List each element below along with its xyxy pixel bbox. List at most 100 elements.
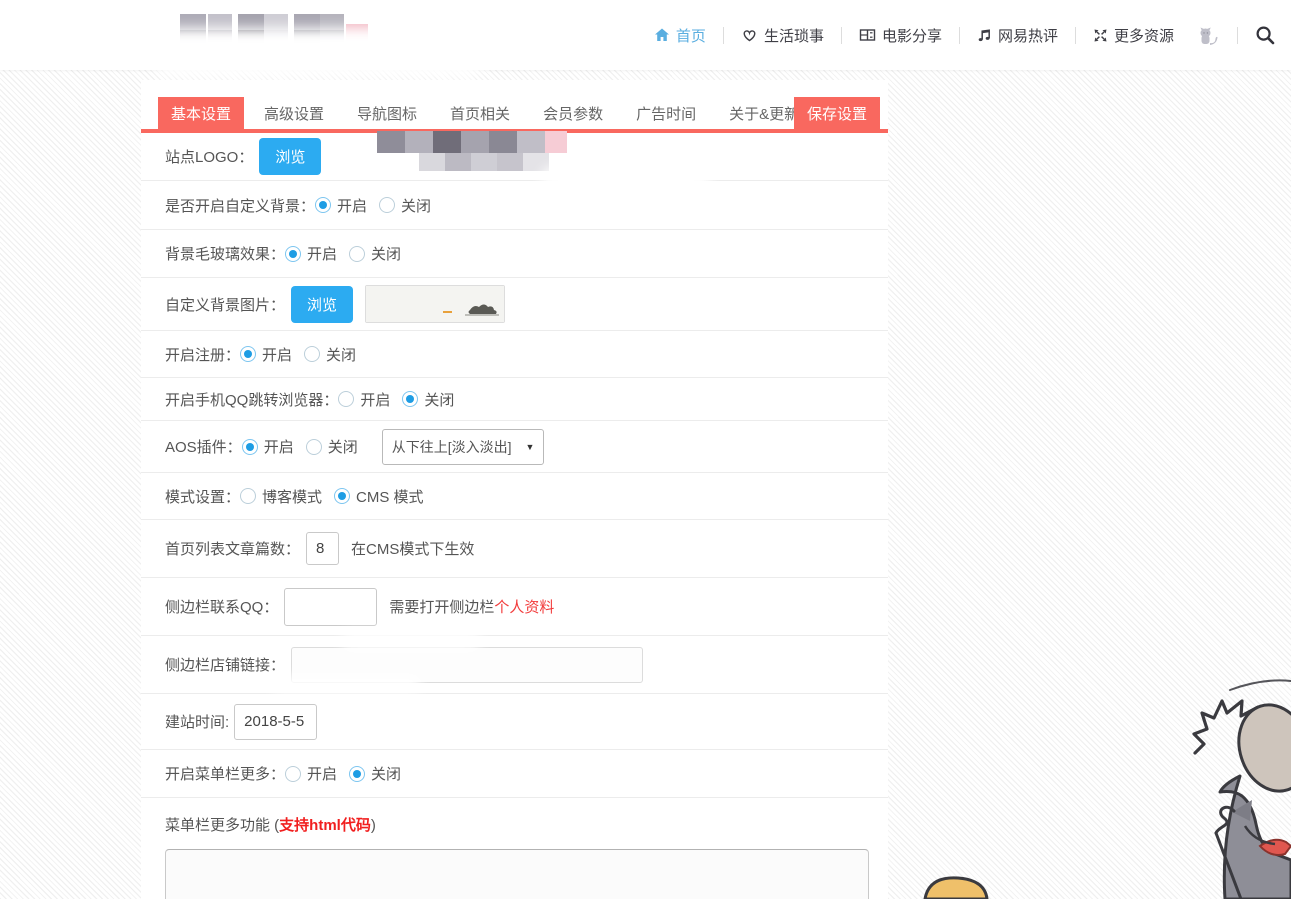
- comic-character-illustration: [900, 650, 1291, 899]
- nav-item-label: 首页: [676, 25, 706, 46]
- main-nav: 首页 生活琐事 电影分享 网易热评: [654, 0, 1275, 70]
- nav-item-movies[interactable]: 电影分享: [859, 25, 942, 46]
- film-icon: [859, 27, 876, 43]
- expand-icon: [1093, 28, 1108, 43]
- radio-icon[interactable]: [402, 391, 418, 407]
- post-count-hint: 在CMS模式下生效: [351, 538, 474, 559]
- radio-icon[interactable]: [334, 488, 350, 504]
- search-icon[interactable]: [1255, 25, 1275, 45]
- radio-icon[interactable]: [379, 197, 395, 213]
- radio-icon[interactable]: [306, 439, 322, 455]
- field-label: AOS插件：: [165, 436, 242, 457]
- radio-option-on[interactable]: 开启: [285, 243, 349, 264]
- radio-icon[interactable]: [349, 766, 365, 782]
- nav-divider: [1237, 27, 1238, 44]
- browse-logo-button[interactable]: 浏览: [259, 138, 321, 175]
- field-label: 侧边栏联系QQ：: [165, 596, 278, 617]
- row-menu-more: 开启菜单栏更多： 开启 关闭: [141, 750, 888, 798]
- field-label: 站点LOGO：: [165, 146, 253, 167]
- save-settings-button[interactable]: 保存设置: [794, 97, 880, 133]
- tab-ad-time[interactable]: 广告时间: [623, 97, 709, 133]
- radio-option-on[interactable]: 开启: [242, 436, 306, 457]
- field-label: 开启注册：: [165, 344, 240, 365]
- shop-link-input[interactable]: [291, 647, 643, 683]
- row-custom-background: 是否开启自定义背景： 开启 关闭: [141, 181, 888, 230]
- nav-item-label: 生活琐事: [764, 25, 824, 46]
- sidebar-qq-hint: 需要打开侧边栏个人资料: [389, 596, 554, 617]
- row-register: 开启注册： 开启 关闭: [141, 331, 888, 378]
- settings-panel: 基本设置 高级设置 导航图标 首页相关 会员参数 广告时间 关于&更新 保存设置…: [141, 80, 888, 899]
- row-menu-more-html: 菜单栏更多功能 (支持html代码): [141, 798, 888, 899]
- nav-item-more-resources[interactable]: 更多资源: [1093, 25, 1174, 46]
- select-value: 从下往上[淡入淡出]: [392, 437, 512, 457]
- nav-item-label: 网易热评: [998, 25, 1058, 46]
- radio-option-off[interactable]: 关闭: [402, 389, 466, 410]
- nav-item-life[interactable]: 生活琐事: [741, 25, 824, 46]
- profile-link[interactable]: 个人资料: [494, 599, 554, 616]
- browse-background-button[interactable]: 浏览: [291, 286, 353, 323]
- nav-item-home[interactable]: 首页: [654, 25, 706, 46]
- logo-preview-blurred: [377, 129, 612, 179]
- radio-icon[interactable]: [242, 439, 258, 455]
- chevron-down-icon: ▼: [526, 442, 535, 452]
- aos-animation-select[interactable]: 从下往上[淡入淡出] ▼: [382, 429, 545, 465]
- settings-tabbar: 基本设置 高级设置 导航图标 首页相关 会员参数 广告时间 关于&更新 保存设置: [141, 80, 888, 133]
- home-icon: [654, 27, 670, 43]
- radio-icon[interactable]: [315, 197, 331, 213]
- row-aos-plugin: AOS插件： 开启 关闭 从下往上[淡入淡出] ▼: [141, 421, 888, 473]
- radio-option-off[interactable]: 关闭: [349, 243, 413, 264]
- radio-icon[interactable]: [240, 346, 256, 362]
- radio-icon[interactable]: [240, 488, 256, 504]
- radio-option-on[interactable]: 开启: [315, 195, 379, 216]
- radio-option-on[interactable]: 开启: [285, 763, 349, 784]
- field-label: 是否开启自定义背景：: [165, 195, 315, 216]
- radio-icon[interactable]: [304, 346, 320, 362]
- nav-item-label: 电影分享: [882, 25, 942, 46]
- field-label: 开启菜单栏更多：: [165, 763, 285, 784]
- row-qq-browser-jump: 开启手机QQ跳转浏览器： 开启 关闭: [141, 378, 888, 421]
- radio-option-off[interactable]: 关闭: [349, 763, 413, 784]
- hint-text: 需要打开侧边栏: [389, 599, 494, 616]
- radio-icon[interactable]: [285, 766, 301, 782]
- radio-icon[interactable]: [338, 391, 354, 407]
- field-label: 侧边栏店铺链接：: [165, 654, 285, 675]
- row-site-date: 建站时间:: [141, 694, 888, 750]
- sidebar-qq-input[interactable]: [284, 588, 377, 626]
- row-post-count: 首页列表文章篇数： 在CMS模式下生效: [141, 520, 888, 578]
- background-thumbnail: [365, 285, 505, 323]
- radio-option-off[interactable]: 关闭: [306, 436, 370, 457]
- radio-option-cms[interactable]: CMS 模式: [334, 486, 436, 507]
- site-date-input[interactable]: [234, 704, 317, 740]
- field-label-suffix: ): [371, 817, 376, 834]
- field-label: 开启手机QQ跳转浏览器：: [165, 389, 338, 410]
- nav-divider: [723, 27, 724, 44]
- row-site-logo: 站点LOGO： 浏览: [141, 133, 888, 181]
- nav-item-hot-comments[interactable]: 网易热评: [977, 25, 1058, 46]
- tab-advanced-settings[interactable]: 高级设置: [251, 97, 337, 133]
- radio-option-blog[interactable]: 博客模式: [240, 486, 334, 507]
- row-mode-setting: 模式设置： 博客模式 CMS 模式: [141, 473, 888, 520]
- music-icon: [977, 27, 992, 43]
- field-label: 菜单栏更多功能 (: [165, 817, 279, 834]
- cat-icon[interactable]: [1196, 24, 1220, 46]
- radio-option-on[interactable]: 开启: [240, 344, 304, 365]
- field-label: 建站时间:: [165, 711, 229, 732]
- tab-basic-settings[interactable]: 基本设置: [158, 97, 244, 133]
- radio-icon[interactable]: [349, 246, 365, 262]
- field-label: 背景毛玻璃效果：: [165, 243, 285, 264]
- radio-icon[interactable]: [285, 246, 301, 262]
- nav-divider: [841, 27, 842, 44]
- field-label: 模式设置：: [165, 486, 240, 507]
- row-background-image: 自定义背景图片： 浏览: [141, 278, 888, 331]
- logo-white-glow: [150, 28, 490, 76]
- nav-divider: [1075, 27, 1076, 44]
- radio-option-off[interactable]: 关闭: [379, 195, 443, 216]
- field-label: 自定义背景图片：: [165, 294, 285, 315]
- heart-icon: [741, 27, 758, 43]
- radio-option-off[interactable]: 关闭: [304, 344, 368, 365]
- post-count-input[interactable]: [306, 532, 339, 565]
- field-label: 首页列表文章篇数：: [165, 538, 300, 559]
- radio-option-on[interactable]: 开启: [338, 389, 402, 410]
- row-sidebar-qq: 侧边栏联系QQ： 需要打开侧边栏个人资料: [141, 578, 888, 636]
- menu-more-html-textarea[interactable]: [165, 849, 869, 899]
